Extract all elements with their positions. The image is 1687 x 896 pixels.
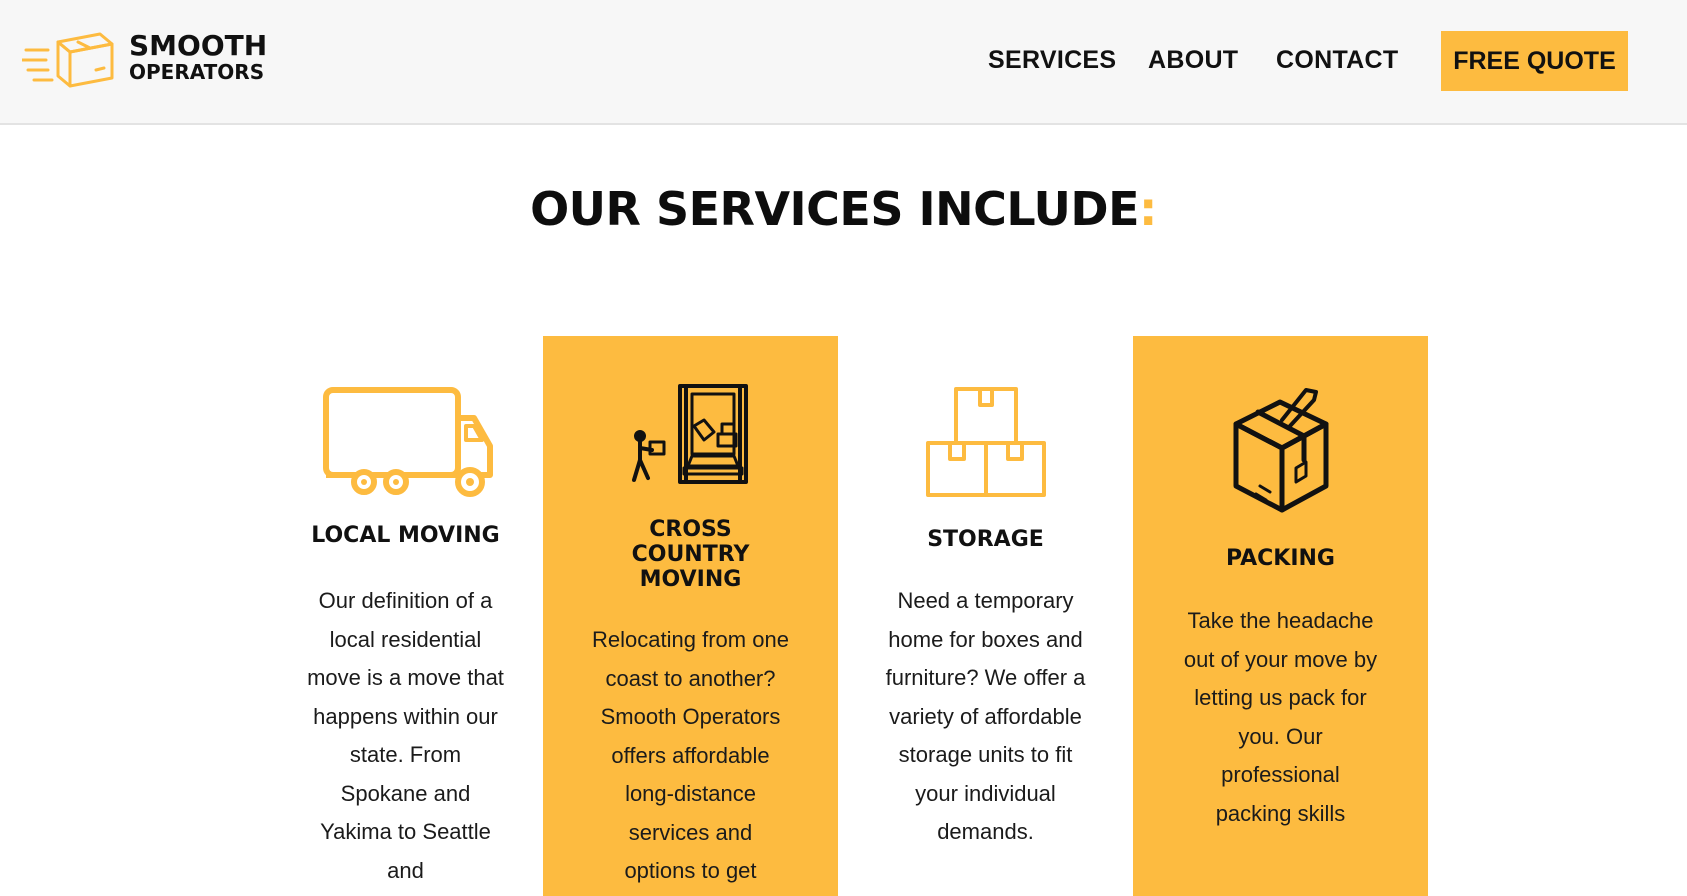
section-title-text: OUR SERVICES INCLUDE [530,182,1139,236]
service-card-cross-country-moving: CROSS COUNTRY MOVING Relocating from one… [543,336,838,896]
free-quote-button[interactable]: FREE QUOTE [1441,31,1628,91]
brand-name-line2: OPERATORS [129,60,265,84]
section-title: OUR SERVICES INCLUDE: [0,182,1687,236]
section-title-accent: : [1139,182,1157,236]
storage-boxes-icon [838,385,1133,499]
service-title: STORAGE [927,527,1044,552]
service-title: PACKING [1226,546,1335,571]
nav-services-link[interactable]: SERVICES [988,46,1116,75]
brand-name-line1: SMOOTH [129,29,268,62]
service-card-local-moving: LOCAL MOVING Our definition of a local r… [258,336,553,896]
nav-about-link[interactable]: ABOUT [1148,46,1238,75]
service-description: Take the headache out of your move by le… [1183,608,1378,826]
service-title: LOCAL MOVING [311,523,500,548]
site-header: SMOOTH OPERATORS SERVICES ABOUT CONTACT … [0,0,1687,125]
service-description: Relocating from one coast to another? Sm… [592,627,789,883]
service-description: Our definition of a local residential mo… [307,588,504,883]
service-card-storage: STORAGE Need a temporary home for boxes … [838,336,1133,896]
service-title: CROSS COUNTRY MOVING [543,517,838,592]
moving-truck-icon [258,386,553,498]
service-card-packing: PACKING Take the headache out of your mo… [1133,336,1428,896]
box-logo-icon [22,32,114,88]
nav-contact-link[interactable]: CONTACT [1276,46,1398,75]
service-description: Need a temporary home for boxes and furn… [885,588,1086,844]
packing-box-icon [1133,382,1428,514]
service-title-text: CROSS COUNTRY MOVING [631,517,750,592]
loading-truck-icon [543,384,838,486]
